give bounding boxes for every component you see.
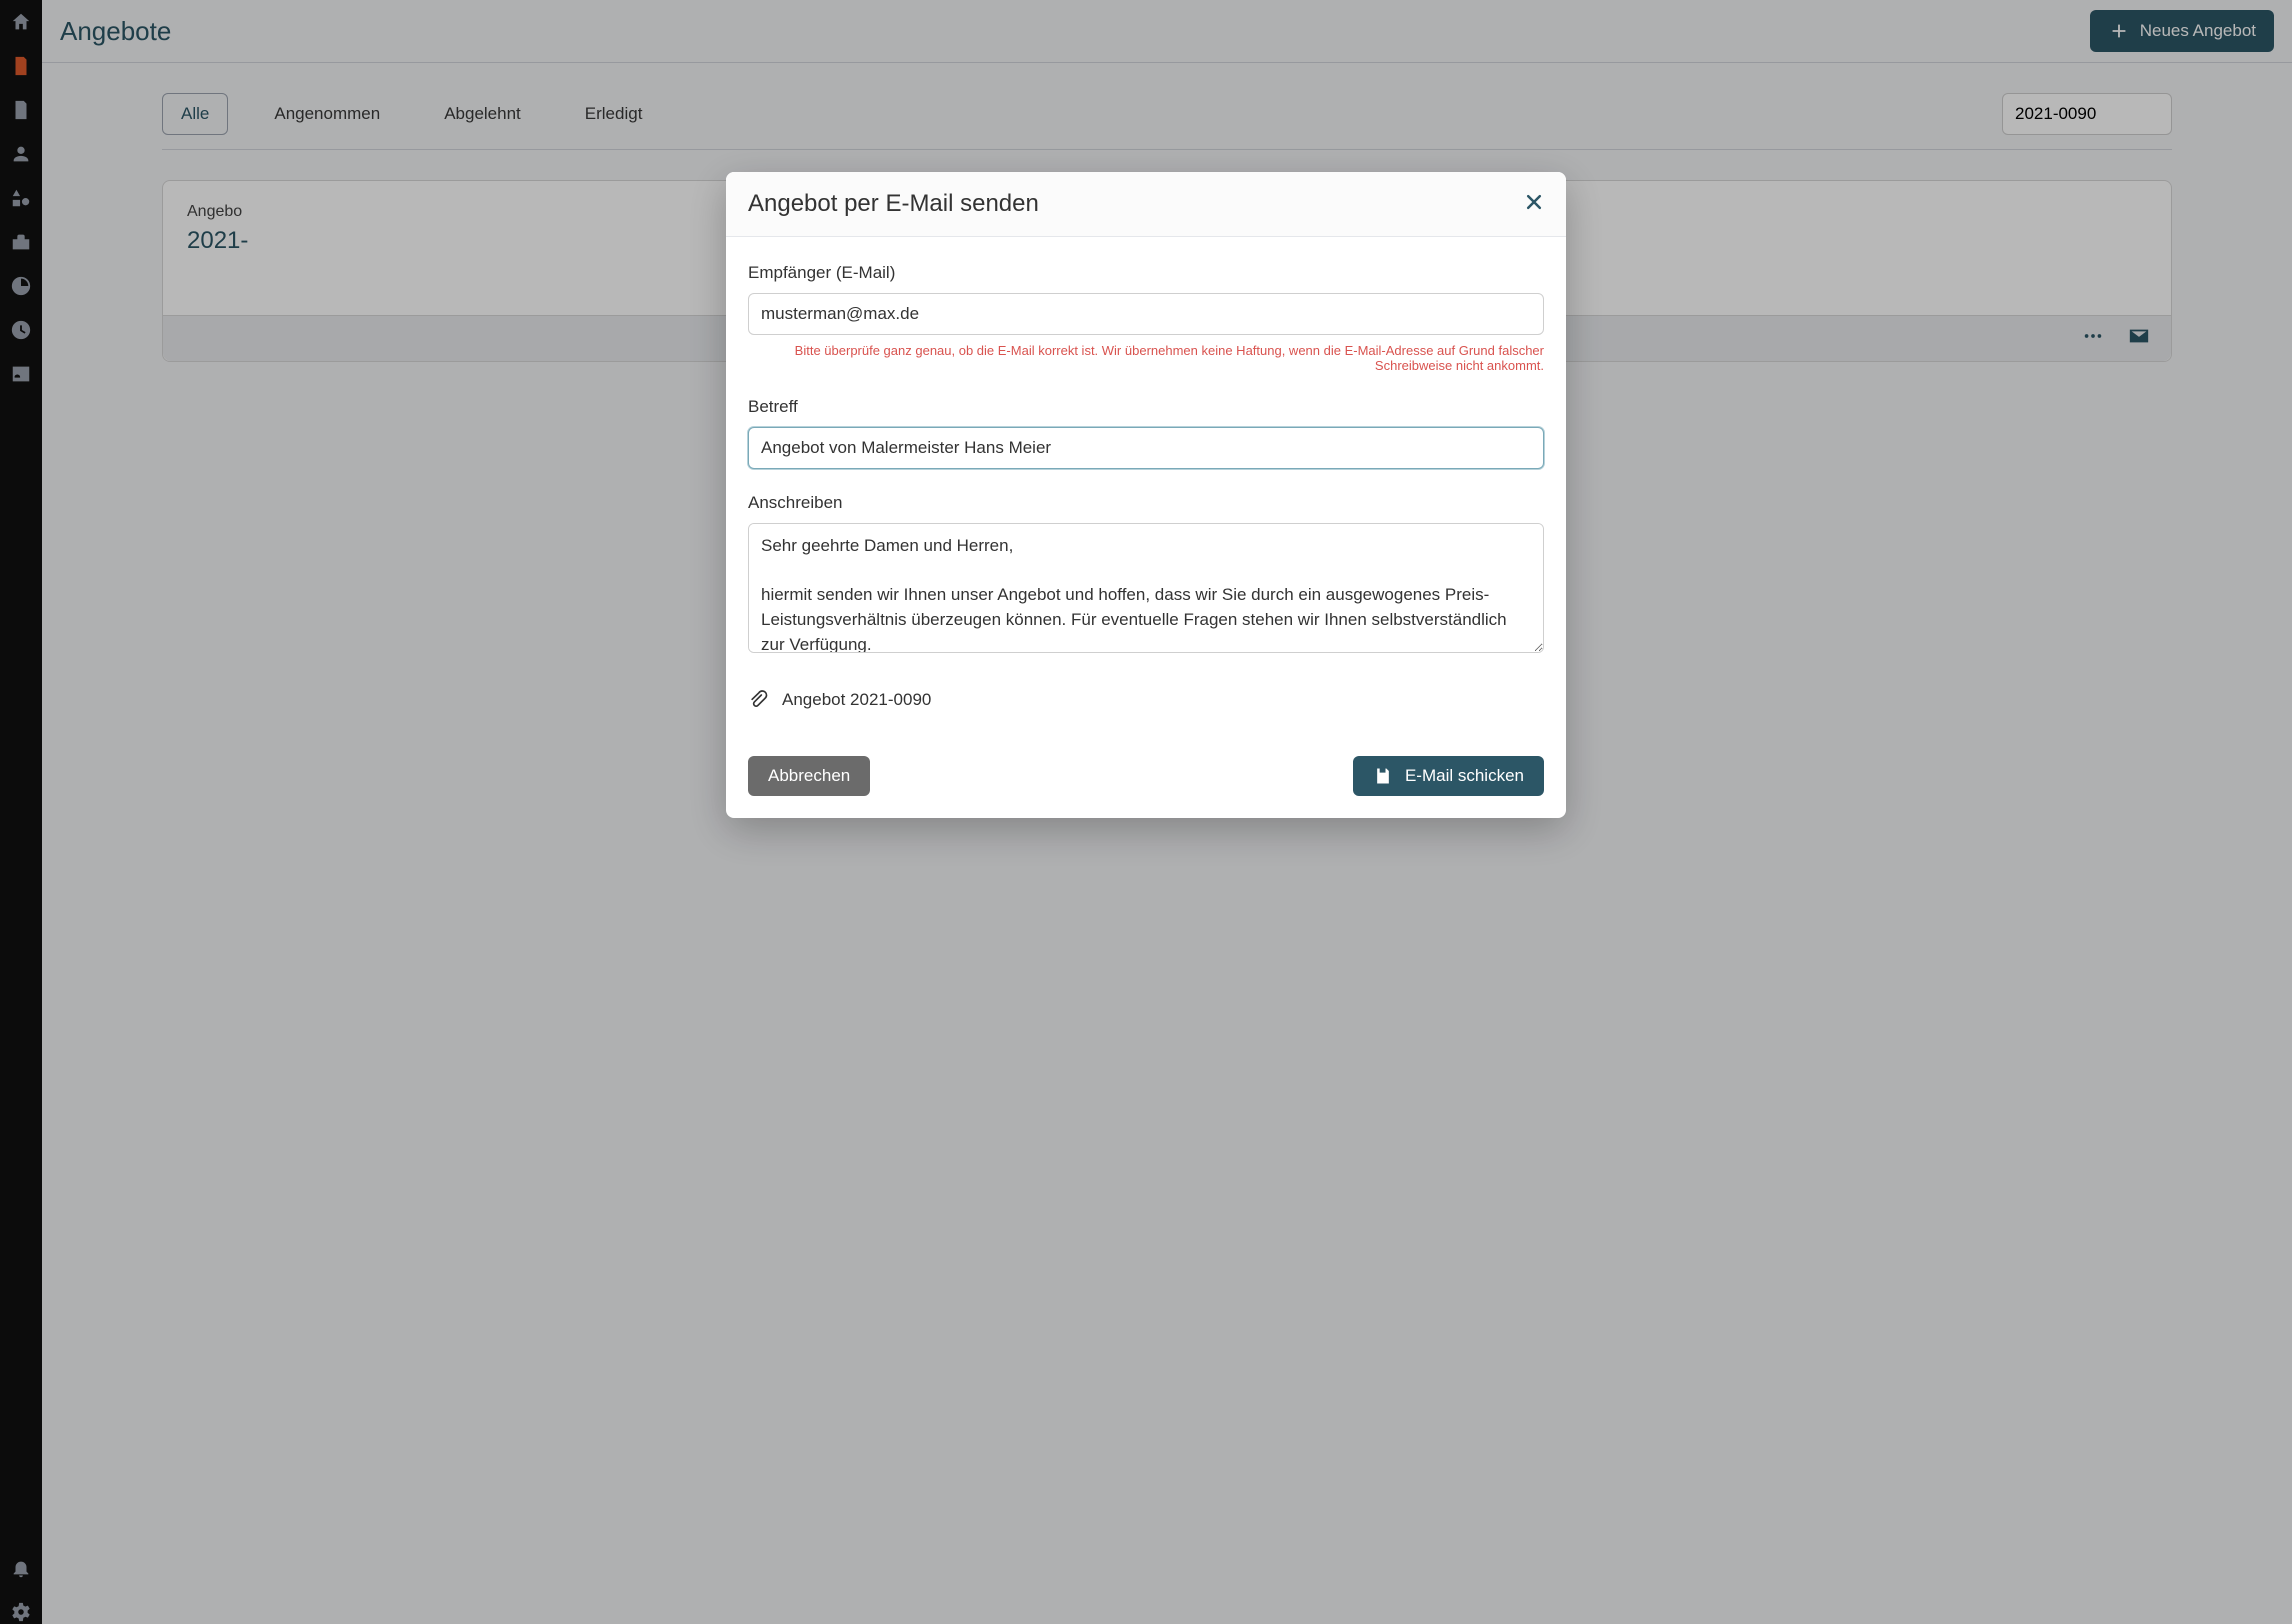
subject-label: Betreff: [748, 397, 1544, 417]
cancel-button[interactable]: Abbrechen: [748, 756, 870, 796]
modal-overlay: Angebot per E-Mail senden Empfänger (E-M…: [0, 0, 2292, 1624]
send-button[interactable]: E-Mail schicken: [1353, 756, 1544, 796]
send-email-modal: Angebot per E-Mail senden Empfänger (E-M…: [726, 172, 1566, 818]
close-button[interactable]: [1524, 192, 1544, 217]
recipient-help: Bitte überprüfe ganz genau, ob die E-Mai…: [748, 343, 1544, 373]
subject-input[interactable]: [748, 427, 1544, 469]
recipient-input[interactable]: [748, 293, 1544, 335]
attachment-row: Angebot 2021-0090: [748, 682, 1544, 730]
body-label: Anschreiben: [748, 493, 1544, 513]
close-icon: [1524, 192, 1544, 212]
send-button-label: E-Mail schicken: [1405, 766, 1524, 786]
modal-title: Angebot per E-Mail senden: [748, 190, 1039, 218]
body-textarea[interactable]: [748, 523, 1544, 653]
paperclip-icon: [748, 690, 768, 710]
recipient-label: Empfänger (E-Mail): [748, 263, 1544, 283]
attachment-label: Angebot 2021-0090: [782, 690, 931, 710]
save-icon: [1373, 766, 1393, 786]
